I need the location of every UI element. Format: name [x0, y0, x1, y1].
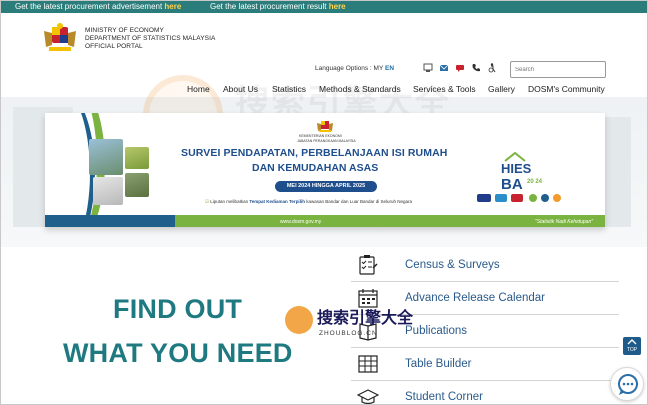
malaysia-crest-logo[interactable] — [41, 23, 79, 53]
sitemap-icon[interactable] — [423, 63, 433, 73]
back-to-top-label: TOP — [626, 347, 638, 353]
hies-logo-line1: HIES — [501, 161, 532, 176]
note-suffix: kawasan Bandar dan Luar Bandar di Seluru… — [306, 199, 413, 204]
banner-photo-village — [93, 177, 123, 205]
org-portal: OFFICIAL PORTAL — [85, 43, 143, 50]
procurement-result-notice: Get the latest procurement result here — [210, 1, 346, 13]
nav-statistics[interactable]: Statistics — [272, 84, 306, 94]
hies-logo-year: 20 24 — [527, 179, 543, 185]
language-options: Language Options : MY EN — [315, 65, 394, 72]
link-advance-release-calendar-label: Advance Release Calendar — [405, 292, 546, 304]
page: Get the latest procurement advertisement… — [0, 0, 648, 405]
banner-coverage-note: ☑ Liputan melibatkan Tempat Kediaman Ter… — [205, 199, 412, 205]
banner-arc-blue — [45, 113, 95, 227]
link-publications-label: Publications — [405, 325, 468, 337]
link-census-surveys-label: Census & Surveys — [405, 259, 500, 271]
nav-dosm-community[interactable]: DOSM's Community — [528, 84, 605, 94]
graduation-cap-icon — [357, 389, 379, 404]
link-table-builder[interactable]: Table Builder — [351, 348, 619, 381]
org-department: DEPARTMENT OF STATISTICS MALAYSIA — [85, 35, 216, 42]
procurement-ad-notice: Get the latest procurement advertisement… — [15, 1, 181, 13]
what-you-need-heading: WHAT YOU NEED — [63, 338, 293, 368]
hies-logo-line2: BA — [501, 176, 523, 193]
link-student-corner-label: Student Corner — [405, 391, 483, 403]
banner-photo-farm — [125, 173, 149, 197]
mail-icon[interactable] — [439, 63, 449, 73]
banner-ministry: KEMENTERIAN EKONOMI — [299, 134, 342, 138]
organization-name: MINISTRY OF ECONOMY DEPARTMENT OF STATIS… — [85, 27, 215, 51]
banner-slogan: "Statistik Nadi Kehidupan" — [534, 219, 593, 225]
banner-footer-strip-blue — [45, 215, 175, 227]
banner-photo-house — [125, 147, 149, 169]
link-table-builder-label: Table Builder — [405, 358, 472, 370]
procurement-ad-link[interactable]: here — [164, 2, 181, 11]
procurement-ad-text: Get the latest procurement advertisement — [15, 2, 163, 11]
feedback-icon[interactable] — [455, 63, 465, 73]
banner-title-line2: DAN KEMUDAHAN ASAS — [252, 162, 379, 174]
banner-url: www.dosm.gov.my — [280, 219, 322, 225]
nav-about-us[interactable]: About Us — [223, 84, 258, 94]
note-prefix: Liputan melibatkan — [210, 199, 249, 204]
banner-date: MEI 2024 HINGGA APRIL 2025 — [275, 181, 377, 192]
procurement-bar: Get the latest procurement advertisement… — [1, 1, 647, 13]
language-label[interactable]: Language Options : MY — [315, 65, 383, 72]
language-en[interactable]: EN — [385, 65, 394, 72]
banner-photo-apartment — [89, 139, 123, 175]
accessibility-icon[interactable] — [487, 63, 497, 73]
nav-home[interactable]: Home — [187, 84, 210, 94]
banner-title-line1: SURVEI PENDAPATAN, PERBELANJAAN ISI RUMA… — [181, 147, 448, 159]
link-census-surveys[interactable]: Census & Surveys — [351, 249, 619, 282]
nav-services-tools[interactable]: Services & Tools — [413, 84, 476, 94]
note-highlight: Tempat Kediaman Terpilih — [249, 199, 305, 204]
banner-crest-logo — [317, 121, 333, 132]
chat-button[interactable] — [610, 367, 644, 401]
find-out-heading: FIND OUT — [113, 294, 243, 324]
banner-department: JABATAN PERANGKAAN MALAYSIA — [297, 139, 356, 143]
nav-methods-standards[interactable]: Methods & Standards — [319, 84, 401, 94]
watermark-overlay-text: 搜索引擎大全 — [317, 310, 414, 327]
hies-logo: HIES BA 20 24 — [501, 151, 543, 193]
nav-gallery[interactable]: Gallery — [488, 84, 515, 94]
hies-banner[interactable]: KEMENTERIAN EKONOMI JABATAN PERANGKAAN M… — [45, 113, 605, 227]
link-student-corner[interactable]: Student Corner — [351, 381, 619, 404]
org-ministry: MINISTRY OF ECONOMY — [85, 27, 164, 34]
clipboard-checklist-icon — [359, 255, 378, 275]
partner-logos — [477, 194, 561, 202]
procurement-result-text: Get the latest procurement result — [210, 2, 327, 11]
procurement-result-link[interactable]: here — [329, 2, 346, 11]
table-grid-icon — [358, 355, 378, 373]
watermark-overlay-sub: ZHOUBLOG.CN — [319, 330, 378, 337]
chevron-up-icon — [627, 339, 637, 345]
chat-bubble-icon — [618, 374, 638, 395]
back-to-top-button[interactable]: TOP — [623, 337, 641, 355]
phone-icon[interactable] — [471, 63, 481, 73]
watermark-badge-icon — [285, 306, 313, 334]
main-navigation: Home About Us Statistics Methods & Stand… — [1, 84, 647, 96]
search-input[interactable] — [510, 61, 606, 78]
